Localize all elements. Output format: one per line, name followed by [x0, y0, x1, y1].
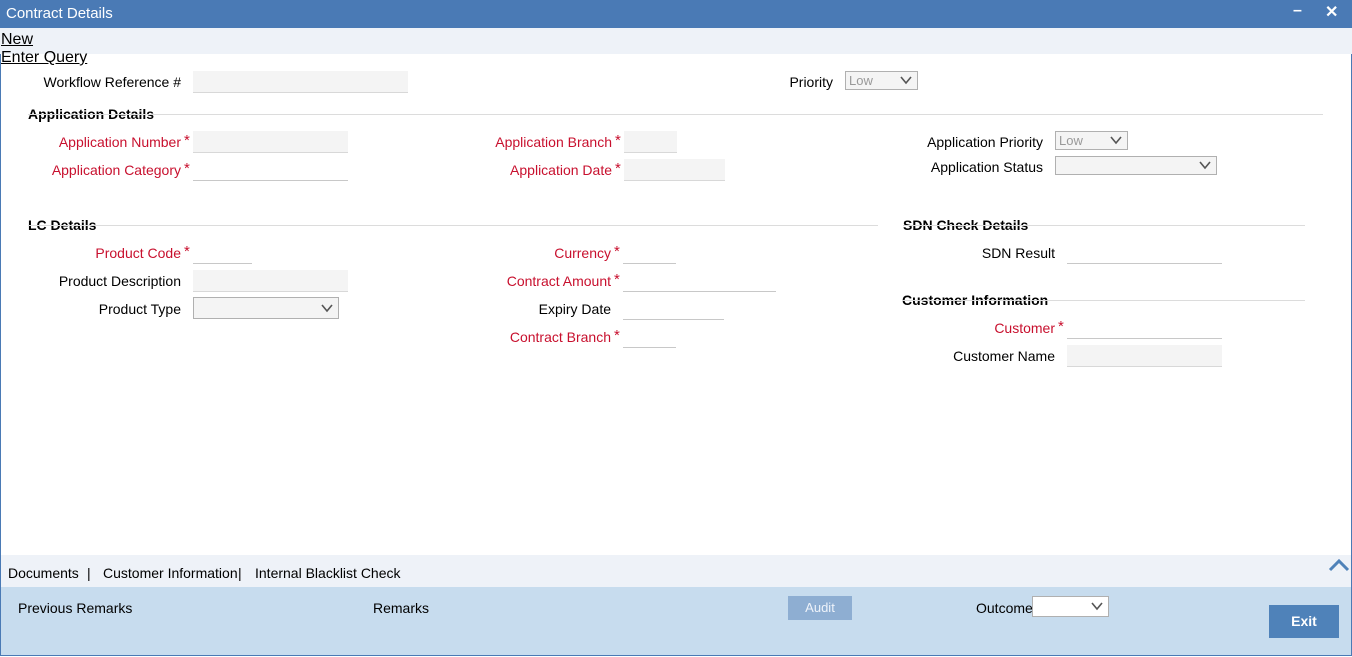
chevron-down-icon: [1091, 602, 1103, 611]
subscreen-tabbar: Documents | Customer Information | Inter…: [1, 555, 1351, 587]
tab-separator: |: [238, 565, 242, 581]
sdn-result-label: SDN Result: [981, 245, 1055, 261]
customer-name-label: Customer Name: [953, 348, 1055, 364]
application-priority-label: Application Priority: [927, 134, 1043, 150]
required-mark: *: [184, 243, 190, 260]
application-status-label: Application Status: [930, 159, 1043, 175]
tab-documents[interactable]: Documents: [8, 565, 79, 581]
chevron-down-icon: [900, 76, 912, 85]
menu-strip: [0, 28, 1352, 54]
application-number-field[interactable]: [193, 131, 348, 153]
contract-amount-label: Contract Amount: [506, 273, 611, 289]
product-description-field[interactable]: [193, 270, 348, 292]
application-date-label: Application Date: [510, 162, 612, 178]
contract-branch-label: Contract Branch: [509, 329, 611, 345]
contract-branch-field[interactable]: [623, 326, 676, 348]
minimize-button[interactable]: –: [1293, 2, 1302, 20]
chevron-down-icon: [1110, 136, 1122, 145]
priority-label: Priority: [789, 74, 833, 90]
enter-query-link[interactable]: Enter Query: [1, 49, 87, 67]
tab-internal-blacklist-check[interactable]: Internal Blacklist Check: [255, 565, 401, 581]
chevron-down-icon: [321, 304, 333, 313]
window-title: Contract Details: [6, 5, 113, 22]
audit-button[interactable]: Audit: [788, 596, 852, 620]
required-mark: *: [1058, 318, 1064, 335]
previous-remarks-link[interactable]: Previous Remarks: [18, 600, 132, 616]
required-mark: *: [614, 243, 620, 260]
sdn-result-field[interactable]: [1067, 242, 1222, 264]
contract-amount-field[interactable]: [623, 270, 776, 292]
new-link[interactable]: New: [1, 31, 33, 49]
section-divider: [902, 300, 1305, 301]
priority-value: Low: [849, 73, 873, 88]
customer-name-field[interactable]: [1067, 345, 1222, 367]
section-divider: [28, 225, 878, 226]
workflow-ref-label: Workflow Reference #: [43, 74, 181, 90]
product-type-label: Product Type: [98, 301, 181, 317]
tab-separator: |: [87, 565, 91, 581]
priority-select[interactable]: Low: [845, 71, 918, 90]
application-number-label: Application Number: [58, 134, 181, 150]
product-code-label: Product Code: [95, 245, 181, 261]
product-description-label: Product Description: [58, 273, 181, 289]
application-date-field[interactable]: [624, 159, 725, 181]
product-code-field[interactable]: [193, 242, 252, 264]
application-priority-value: Low: [1059, 133, 1083, 148]
customer-field[interactable]: [1067, 317, 1222, 339]
required-mark: *: [184, 132, 190, 149]
application-category-label: Application Category: [51, 162, 181, 178]
expiry-date-field[interactable]: [623, 298, 724, 320]
close-button[interactable]: ✕: [1325, 2, 1338, 22]
chevron-up-icon[interactable]: [1327, 557, 1351, 573]
outcome-label: Outcome: [976, 600, 1033, 616]
application-category-field[interactable]: [193, 159, 348, 181]
application-priority-select[interactable]: Low: [1055, 131, 1128, 150]
section-divider: [903, 225, 1305, 226]
required-mark: *: [615, 160, 621, 177]
application-status-select[interactable]: [1055, 156, 1217, 175]
chevron-down-icon: [1199, 161, 1211, 170]
footer-bar: Previous Remarks Remarks Audit Outcome E…: [1, 587, 1351, 655]
required-mark: *: [614, 271, 620, 288]
application-branch-label: Application Branch: [495, 134, 612, 150]
product-type-select[interactable]: [193, 297, 339, 319]
exit-button[interactable]: Exit: [1269, 605, 1339, 638]
required-mark: *: [184, 160, 190, 177]
customer-label: Customer: [994, 320, 1055, 336]
currency-field[interactable]: [623, 242, 676, 264]
remarks-link[interactable]: Remarks: [373, 600, 429, 616]
section-divider: [28, 114, 1323, 115]
outcome-select[interactable]: [1032, 596, 1109, 617]
required-mark: *: [614, 327, 620, 344]
currency-label: Currency: [554, 245, 611, 261]
workflow-ref-field[interactable]: [193, 71, 408, 93]
expiry-date-label: Expiry Date: [538, 301, 611, 317]
window-titlebar: Contract Details – ✕: [0, 0, 1352, 28]
tab-customer-information[interactable]: Customer Information: [103, 565, 238, 581]
application-branch-field[interactable]: [624, 131, 677, 153]
required-mark: *: [615, 132, 621, 149]
